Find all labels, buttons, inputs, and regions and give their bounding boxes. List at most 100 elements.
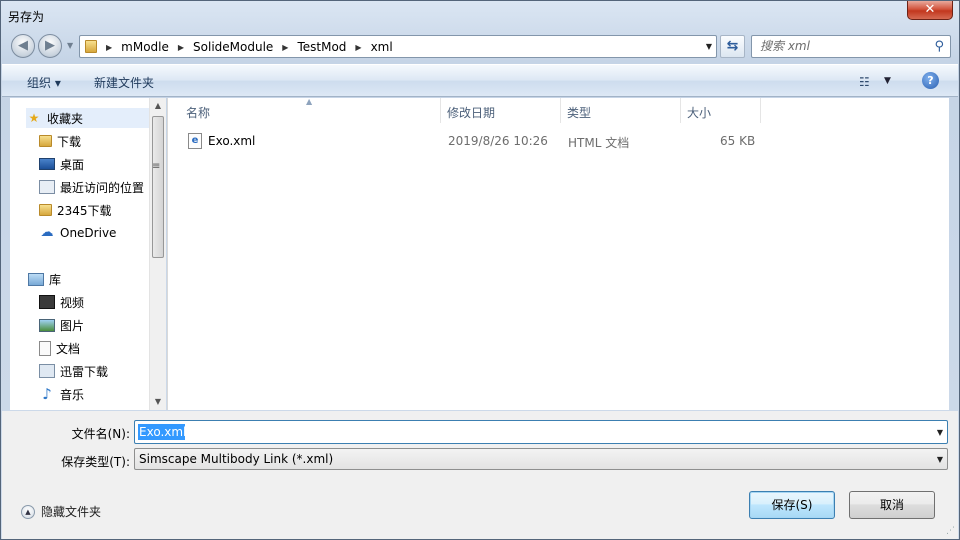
window-title: 另存为: [8, 10, 45, 24]
address-dropdown-icon[interactable]: ▼: [706, 42, 712, 51]
file-row[interactable]: e Exo.xml 2019/8/26 10:26 HTML 文档 65 KB: [182, 131, 882, 151]
refresh-button[interactable]: ⇆: [720, 35, 745, 58]
collapse-up-icon: ▲: [21, 504, 35, 519]
navigation-pane: ★ 收藏夹 下载 桌面 最近访问的位置 2345下载 ☁ OneDrive 库: [10, 98, 166, 410]
pictures-icon: [39, 318, 55, 332]
file-size: 65 KB: [720, 134, 756, 148]
breadcrumb-separator-icon[interactable]: ▶: [106, 43, 112, 52]
organize-menu-button[interactable]: 组织 ▾: [27, 74, 61, 91]
filetype-label: 保存类型(T):: [61, 455, 130, 469]
breadcrumb-separator-icon[interactable]: ▶: [282, 43, 288, 52]
title-bar: 另存为 ✕: [1, 1, 959, 31]
breadcrumb-item-solidemodule[interactable]: SolideModule: [193, 40, 273, 54]
nav-item-pictures[interactable]: 图片: [39, 315, 166, 335]
nav-item-label: 音乐: [60, 387, 85, 402]
nav-item-label: 视频: [60, 295, 85, 310]
html-document-icon: e: [188, 133, 202, 149]
nav-item-xunlei-downloads[interactable]: 迅雷下载: [39, 361, 166, 381]
nav-item-downloads[interactable]: 下载: [39, 131, 166, 151]
forward-button[interactable]: ▶: [38, 34, 62, 58]
scrollbar-grip-icon: ≡: [152, 161, 161, 172]
scroll-up-arrow-icon[interactable]: ▲: [150, 98, 166, 114]
search-icon[interactable]: ⚲: [934, 39, 944, 54]
nav-item-label: 2345下载: [57, 203, 112, 218]
resize-grip-icon[interactable]: ⋰: [946, 526, 955, 536]
column-header-label: 修改日期: [447, 106, 496, 120]
recent-places-icon: [39, 180, 55, 194]
back-arrow-icon: ◀: [18, 38, 28, 53]
navigation-scrollbar[interactable]: ▲ ≡ ▼: [149, 98, 166, 410]
search-box[interactable]: ⚲: [751, 35, 951, 58]
nav-item-onedrive[interactable]: ☁ OneDrive: [39, 223, 166, 243]
breadcrumb-item-testmod[interactable]: TestMod: [297, 40, 346, 54]
nav-item-label: 下载: [57, 134, 82, 149]
save-options-panel: 文件名(N): Exo.xml ▼ 保存类型(T): Simscape Mult…: [2, 411, 958, 539]
document-icon: [39, 340, 51, 356]
nav-item-label: 图片: [60, 318, 85, 333]
column-header-label: 名称: [186, 106, 211, 120]
help-icon[interactable]: ?: [922, 72, 939, 89]
view-dropdown-icon[interactable]: ▼: [884, 76, 891, 86]
hide-folders-toggle[interactable]: ▲ 隐藏文件夹: [21, 503, 101, 520]
library-icon: [28, 272, 44, 286]
nav-item-label: 文档: [56, 341, 81, 356]
breadcrumb-item-mmodle[interactable]: mModle: [121, 40, 169, 54]
address-row: ◀ ▶ ▼ ▶ mModle ▶ SolideModule ▶ TestMod …: [1, 32, 959, 60]
view-options-icon[interactable]: ☷: [859, 75, 870, 89]
save-as-dialog: 另存为 ✕ ◀ ▶ ▼ ▶ mModle ▶ SolideModule ▶ Te…: [0, 0, 960, 540]
download-library-icon: [39, 364, 55, 378]
column-header-type[interactable]: 类型: [561, 98, 681, 123]
filename-field[interactable]: Exo.xml: [139, 425, 186, 439]
music-note-icon: ♪: [42, 385, 52, 403]
cancel-button[interactable]: 取消: [849, 491, 935, 519]
save-button[interactable]: 保存(S): [749, 491, 835, 519]
filetype-select[interactable]: Simscape Multibody Link (*.xml) ▼: [134, 448, 948, 470]
nav-item-desktop[interactable]: 桌面: [39, 154, 166, 174]
back-button[interactable]: ◀: [11, 34, 35, 58]
nav-item-label: 迅雷下载: [60, 364, 109, 379]
file-list: ▲ 名称 修改日期 类型 大小 e Exo.xml 2019/8/26 10:2…: [167, 97, 949, 410]
nav-item-favorites[interactable]: ★ 收藏夹: [26, 108, 156, 128]
column-header-name[interactable]: 名称: [180, 98, 441, 123]
folder-icon: [85, 40, 97, 53]
downloads-folder-icon: [39, 135, 52, 147]
breadcrumb: ▶ mModle ▶ SolideModule ▶ TestMod ▶ xml: [106, 40, 393, 54]
hide-folders-label: 隐藏文件夹: [41, 505, 102, 519]
file-name: Exo.xml: [208, 134, 256, 148]
nav-item-music[interactable]: ♪ 音乐: [39, 384, 166, 404]
nav-item-library[interactable]: 库: [28, 269, 166, 289]
star-icon: ★: [28, 111, 40, 125]
breadcrumb-separator-icon[interactable]: ▶: [355, 43, 361, 52]
column-header-modified[interactable]: 修改日期: [441, 98, 561, 123]
column-header-size[interactable]: 大小: [681, 98, 761, 123]
new-folder-button[interactable]: 新建文件夹: [94, 74, 154, 91]
file-modified: 2019/8/26 10:26: [448, 134, 548, 148]
filetype-value: Simscape Multibody Link (*.xml): [139, 452, 334, 466]
address-bar[interactable]: ▶ mModle ▶ SolideModule ▶ TestMod ▶ xml …: [79, 35, 717, 58]
nav-item-videos[interactable]: 视频: [39, 292, 166, 312]
scroll-down-arrow-icon[interactable]: ▼: [150, 394, 166, 410]
filetype-dropdown-icon[interactable]: ▼: [937, 455, 943, 464]
breadcrumb-separator-icon[interactable]: ▶: [178, 43, 184, 52]
breadcrumb-item-xml[interactable]: xml: [371, 40, 393, 54]
nav-item-documents[interactable]: 文档: [39, 338, 166, 358]
filename-combobox[interactable]: Exo.xml ▼: [134, 420, 948, 444]
cloud-icon: ☁: [40, 225, 54, 240]
column-header-label: 类型: [567, 106, 592, 120]
close-button[interactable]: ✕: [907, 1, 953, 20]
nav-item-label: 最近访问的位置: [60, 180, 145, 195]
scrollbar-thumb[interactable]: [152, 116, 164, 258]
folder-icon: [39, 204, 52, 216]
nav-item-2345-downloads[interactable]: 2345下载: [39, 200, 166, 220]
nav-item-label: 收藏夹: [47, 111, 84, 126]
recent-pages-dropdown-icon[interactable]: ▼: [67, 41, 73, 50]
nav-item-label: OneDrive: [60, 226, 117, 240]
refresh-icon: ⇆: [726, 38, 739, 54]
nav-item-label: 库: [49, 272, 62, 287]
filename-dropdown-icon[interactable]: ▼: [937, 428, 943, 437]
forward-arrow-icon: ▶: [45, 38, 55, 53]
search-input[interactable]: [760, 39, 925, 53]
nav-item-label: 桌面: [60, 157, 85, 172]
nav-item-recent-places[interactable]: 最近访问的位置: [39, 177, 166, 197]
video-icon: [39, 295, 55, 309]
